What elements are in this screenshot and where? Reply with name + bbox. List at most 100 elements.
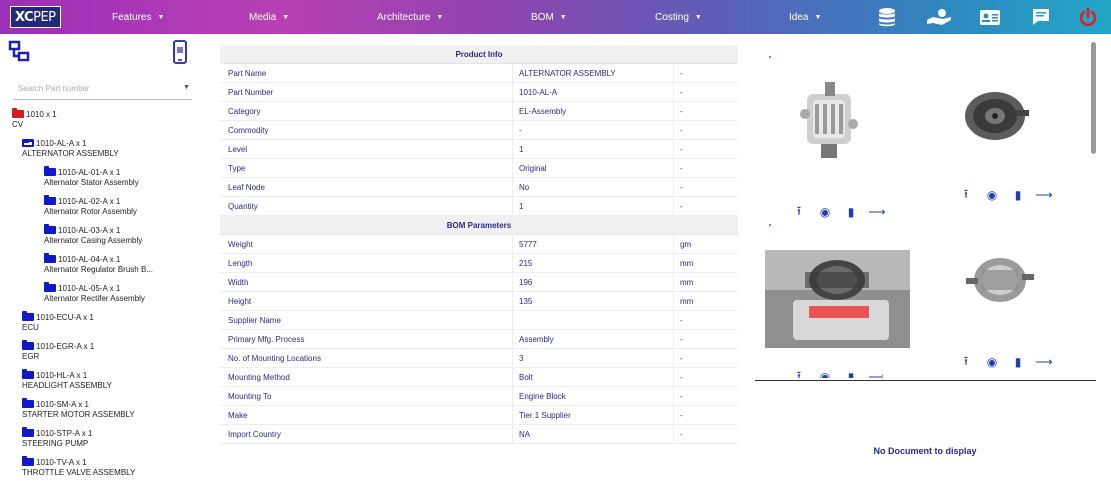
search-input[interactable]: Search Part number ▼ [14, 80, 192, 100]
menu-media[interactable]: Media ▼ [249, 0, 289, 34]
database-icon[interactable] [876, 6, 898, 28]
power-icon[interactable] [1077, 6, 1099, 28]
tree-node[interactable]: 1010-AL-01-A x 1 Alternator Stator Assemb… [44, 166, 139, 188]
folder-icon[interactable] [44, 195, 56, 205]
column-divider [512, 254, 513, 272]
folder-icon[interactable] [44, 224, 56, 234]
tree-node-name: Alternator Stator Assembly [44, 178, 139, 187]
media-scrollbar[interactable] [1091, 42, 1096, 154]
trash-icon[interactable]: ▮ [1012, 355, 1024, 369]
tree-node[interactable]: 1010-SM-A x 1 STARTER MOTOR ASSEMBLY [22, 398, 135, 420]
camera-icon[interactable]: ◉ [819, 371, 831, 378]
chat-icon[interactable] [1030, 6, 1052, 28]
folder-icon[interactable] [22, 427, 34, 437]
folder-icon[interactable] [44, 253, 56, 263]
folder-icon[interactable] [22, 369, 34, 379]
column-divider [512, 83, 513, 101]
menu-label: Idea [789, 11, 809, 23]
details-panel: Product Info Part Name ALTERNATOR ASSEMBL… [220, 45, 738, 444]
row-label: Category [228, 106, 261, 116]
measure-icon[interactable]: ⟶ [1035, 355, 1052, 369]
row-value: Engine Block [519, 391, 566, 401]
row-label: Width [228, 277, 249, 287]
folder-icon[interactable] [22, 311, 34, 321]
part-image[interactable] [960, 248, 1040, 310]
upload-icon[interactable]: ⭱ [793, 371, 805, 378]
hand-coin-icon[interactable] [926, 6, 952, 28]
tree-node[interactable]: 1010 x 1 CV [12, 108, 57, 130]
column-divider [673, 406, 674, 424]
caret-down-icon: ▼ [157, 13, 165, 21]
menu-features[interactable]: Features ▼ [112, 0, 164, 34]
tree-node[interactable]: 1010-AL-A x 1 ALTERNATOR ASSEMBLY [22, 139, 119, 159]
id-card-icon[interactable] [979, 6, 1001, 28]
row-unit: - [680, 144, 683, 154]
part-weight-photo[interactable] [765, 250, 910, 348]
row-unit: - [680, 87, 683, 97]
measure-icon[interactable]: ⟶ [868, 371, 883, 378]
row-unit: - [680, 315, 683, 325]
row-unit: - [680, 334, 683, 344]
tree-node[interactable]: 1010-HL-A x 1 HEADLIGHT ASSEMBLY [22, 369, 112, 391]
tree-node[interactable]: 1010-EGR-A x 1 EGR [22, 340, 94, 362]
tree-node[interactable]: 1010-AL-05-A x 1 Alternator Rectifer Asse… [44, 282, 145, 304]
folder-icon[interactable] [22, 398, 34, 408]
table-row: Height 135 mm [220, 292, 738, 311]
folder-icon[interactable] [22, 456, 34, 466]
upload-icon[interactable]: ⭱ [960, 187, 972, 201]
folder-icon[interactable] [12, 108, 24, 118]
column-divider [673, 273, 674, 291]
table-row: Part Name ALTERNATOR ASSEMBLY - [220, 64, 738, 83]
trash-icon[interactable]: ▮ [845, 371, 857, 378]
column-divider [673, 254, 674, 272]
measure-icon[interactable]: ⟶ [1035, 188, 1052, 202]
tree-node-code: 1010-AL-01-A x 1 [58, 168, 121, 177]
mobile-device-icon[interactable] [173, 40, 187, 69]
menu-costing[interactable]: Costing ▼ [655, 0, 702, 34]
menu-architecture[interactable]: Architecture ▼ [377, 0, 443, 34]
row-unit: - [680, 125, 683, 135]
tree-node[interactable]: 1010-STP-A x 1 STEERING PUMP [22, 427, 92, 449]
trash-icon[interactable]: ▮ [1012, 188, 1024, 202]
column-divider [512, 102, 513, 120]
menu-label: Costing [655, 11, 689, 23]
menu-idea[interactable]: Idea ▼ [789, 0, 821, 34]
row-value: Bolt [519, 372, 533, 382]
upload-icon[interactable]: ⭱ [793, 204, 805, 218]
table-row: Category EL-Assembly - [220, 102, 738, 121]
folder-icon[interactable] [44, 166, 56, 176]
tree-node-name: THROTTLE VALVE ASSEMBLY [22, 468, 136, 477]
folder-open-icon[interactable] [22, 139, 34, 147]
tree-node[interactable]: 1010-AL-04-A x 1 Alternator Regulator Bru… [44, 253, 153, 275]
column-divider [673, 197, 674, 215]
upload-icon[interactable]: ⭱ [960, 354, 972, 368]
column-divider [673, 387, 674, 405]
part-image[interactable] [955, 80, 1035, 150]
tree-node[interactable]: 1010-ECU-A x 1 ECU [22, 311, 94, 333]
camera-icon[interactable]: ◉ [819, 205, 831, 219]
tree-node[interactable]: 1010-AL-02-A x 1 Alternator Rotor Assembl… [44, 195, 137, 217]
row-value: - [519, 125, 522, 135]
tree-node[interactable]: 1010-AL-03-A x 1 Alternator Casing Assemb… [44, 224, 142, 246]
column-divider [673, 64, 674, 82]
camera-icon[interactable]: ◉ [986, 355, 998, 369]
folder-icon[interactable] [22, 340, 34, 350]
tree-node-name: HEADLIGHT ASSEMBLY [22, 381, 112, 390]
row-unit: - [680, 429, 683, 439]
table-row: Level 1 - [220, 140, 738, 159]
table-row: Width 196 mm [220, 273, 738, 292]
part-image[interactable] [785, 64, 875, 174]
measure-icon[interactable]: ⟶ [868, 205, 885, 219]
xcpep-logo[interactable]: XC PEP [10, 6, 61, 28]
row-value: 215 [519, 258, 533, 268]
tree-node-code: 1010-AL-03-A x 1 [58, 226, 121, 235]
column-divider [512, 64, 513, 82]
camera-icon[interactable]: ◉ [986, 188, 998, 202]
folder-icon[interactable] [44, 282, 56, 292]
trash-icon[interactable]: ▮ [845, 205, 857, 219]
menu-bom[interactable]: BOM ▼ [531, 0, 567, 34]
tree-node[interactable]: 1010-TV-A x 1 THROTTLE VALVE ASSEMBLY [22, 456, 136, 478]
column-divider [673, 140, 674, 158]
hierarchy-icon[interactable] [8, 40, 30, 67]
dropdown-arrow-icon[interactable]: ▼ [183, 84, 190, 91]
